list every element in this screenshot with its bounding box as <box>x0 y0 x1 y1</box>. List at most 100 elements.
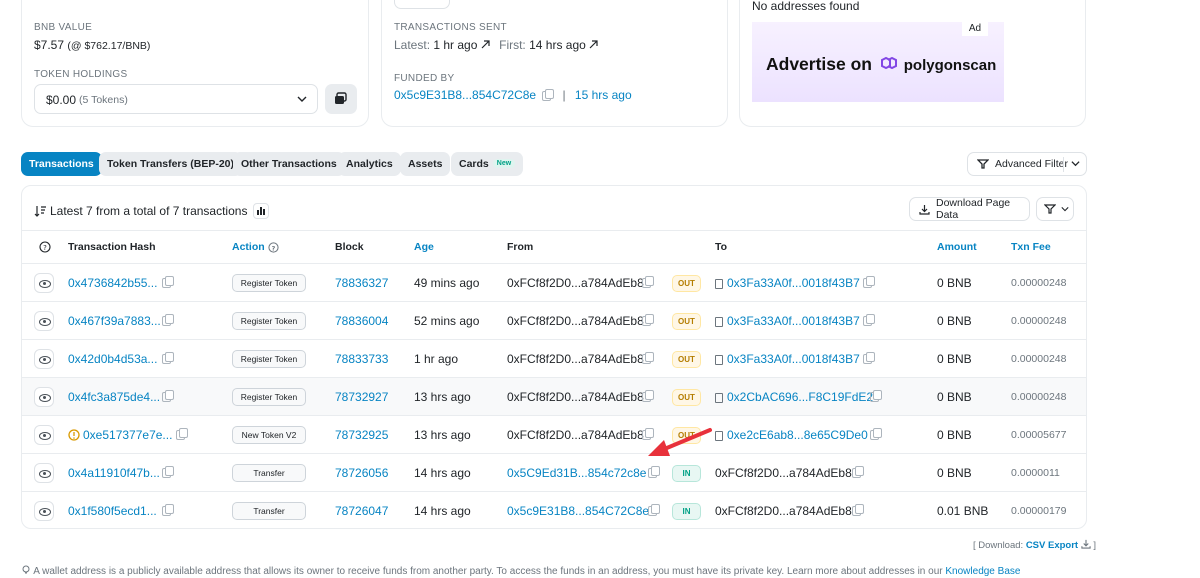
chart-icon[interactable] <box>253 203 270 219</box>
block-link[interactable]: 78732927 <box>335 378 388 416</box>
copy-icon[interactable] <box>162 276 174 288</box>
copy-icon[interactable] <box>542 88 555 101</box>
header-age[interactable]: Age <box>414 241 434 253</box>
from-address[interactable]: 0xFCf8f2D0...a784AdEb8 <box>507 416 644 454</box>
eye-icon[interactable] <box>34 425 54 445</box>
help-icon[interactable]: ? <box>39 241 51 256</box>
divider <box>1063 157 1064 172</box>
first-value[interactable]: 14 hrs ago <box>529 38 586 52</box>
no-addresses-text: No addresses found <box>752 0 860 13</box>
tab-assets[interactable]: Assets <box>400 152 451 176</box>
top-pill <box>394 0 450 9</box>
to-address[interactable]: 0xe2cE6ab8...8e65C9De0 <box>727 428 868 442</box>
copy-icon[interactable] <box>642 390 654 402</box>
copy-icon[interactable] <box>863 314 875 326</box>
block-link[interactable]: 78836004 <box>335 302 388 340</box>
filter-button[interactable] <box>1036 197 1074 221</box>
copy-icon[interactable] <box>852 504 864 516</box>
token-holdings-dropdown[interactable]: $0.00 (5 Tokens) <box>34 84 318 114</box>
block-link[interactable]: 78836327 <box>335 264 388 302</box>
eye-icon[interactable] <box>34 463 54 483</box>
from-address[interactable]: 0x5c9E31B8...854C72C8e <box>507 492 649 530</box>
from-address[interactable]: 0xFCf8f2D0...a784AdEb8 <box>507 264 644 302</box>
copy-icon[interactable] <box>162 504 174 516</box>
funded-by-address[interactable]: 0x5c9E31B8...854C72C8e <box>394 88 536 102</box>
warning-icon <box>68 429 80 444</box>
copy-icon[interactable] <box>162 314 174 326</box>
header-action[interactable]: Action ? <box>232 241 279 253</box>
address-note: A wallet address is a publicly available… <box>21 565 1200 578</box>
lightbulb-icon <box>21 565 31 578</box>
from-address[interactable]: 0x5C9Ed31B...854c72c8e <box>507 454 646 492</box>
direction-badge: OUT <box>672 313 701 330</box>
to-address[interactable]: 0x2CbAC696...F8C19FdE2 <box>727 390 873 404</box>
copy-icon[interactable] <box>162 390 174 402</box>
copy-icon[interactable] <box>863 352 875 364</box>
copy-icon[interactable] <box>870 390 882 402</box>
tab-token-transfers[interactable]: Token Transfers (BEP-20) <box>99 152 243 176</box>
tx-hash-link[interactable]: 0x42d0b4d53a... <box>68 340 157 378</box>
copy-icon[interactable] <box>642 352 654 364</box>
from-address[interactable]: 0xFCf8f2D0...a784AdEb8 <box>507 378 644 416</box>
header-amount[interactable]: Amount <box>937 241 977 253</box>
copy-icon[interactable] <box>648 466 660 478</box>
copy-icon[interactable] <box>176 428 188 440</box>
latest-value[interactable]: 1 hr ago <box>433 38 477 52</box>
to-address[interactable]: 0xFCf8f2D0...a784AdEb8 <box>715 492 852 530</box>
eye-icon[interactable] <box>34 501 54 521</box>
block-link[interactable]: 78726047 <box>335 492 388 530</box>
to-address[interactable]: 0xFCf8f2D0...a784AdEb8 <box>715 454 852 492</box>
wallet-button[interactable] <box>325 84 357 114</box>
to-address-wrap: 0x3Fa33A0f...0018f43B7 <box>715 340 860 378</box>
block-link[interactable]: 78732925 <box>335 416 388 454</box>
amount-text: 0 BNB <box>937 428 972 442</box>
to-address[interactable]: 0x3Fa33A0f...0018f43B7 <box>727 352 860 366</box>
csv-export-link[interactable]: CSV Export <box>1026 540 1078 551</box>
tx-hash-link[interactable]: 0x4736842b55... <box>68 264 157 302</box>
download-page-data-button[interactable]: Download Page Data <box>909 197 1030 221</box>
funded-by-time[interactable]: 15 hrs ago <box>575 88 632 102</box>
funded-by: 0x5c9E31B8...854C72C8e | 15 hrs ago <box>394 88 632 102</box>
bnb-value-amount: $7.57 <box>34 38 65 52</box>
tab-other-transactions[interactable]: Other Transactions <box>233 152 345 176</box>
arrow-up-right-icon <box>481 38 490 52</box>
tab-transactions[interactable]: Transactions <box>21 152 102 176</box>
tx-hash-link[interactable]: 0x467f39a7883... <box>68 302 161 340</box>
tx-hash-link[interactable]: 0x4a11910f47b... <box>68 454 160 492</box>
copy-icon[interactable] <box>863 276 875 288</box>
tx-hash-link[interactable]: 0x1f580f5ecd1... <box>68 492 157 530</box>
ad-banner[interactable]: Ad Advertise on polygonscan <box>752 22 1004 102</box>
eye-icon[interactable] <box>34 311 54 331</box>
direction-badge: OUT <box>672 389 701 406</box>
copy-icon[interactable] <box>648 504 660 516</box>
tx-hash-link[interactable]: 0x4fc3a875de4... <box>68 378 160 416</box>
eye-icon[interactable] <box>34 387 54 407</box>
eye-icon[interactable] <box>34 349 54 369</box>
from-address[interactable]: 0xFCf8f2D0...a784AdEb8 <box>507 340 644 378</box>
direction-badge: IN <box>672 503 701 520</box>
copy-icon[interactable] <box>870 428 882 440</box>
copy-icon[interactable] <box>162 466 174 478</box>
from-address[interactable]: 0xFCf8f2D0...a784AdEb8 <box>507 302 644 340</box>
copy-icon[interactable] <box>162 352 174 364</box>
copy-icon[interactable] <box>642 276 654 288</box>
tab-cards[interactable]: Cards New <box>451 152 524 176</box>
to-address[interactable]: 0x3Fa33A0f...0018f43B7 <box>727 314 860 328</box>
chevron-down-icon[interactable] <box>1071 159 1080 171</box>
to-address[interactable]: 0x3Fa33A0f...0018f43B7 <box>727 276 860 290</box>
eye-icon[interactable] <box>34 273 54 293</box>
copy-icon[interactable] <box>852 466 864 478</box>
age-text: 49 mins ago <box>414 276 480 290</box>
block-link[interactable]: 78833733 <box>335 340 388 378</box>
age-text: 14 hrs ago <box>414 466 471 480</box>
advanced-filter-button[interactable]: Advanced Filter <box>967 152 1087 176</box>
method-badge: Register Token <box>232 388 306 406</box>
annotation-arrow-icon <box>648 428 712 456</box>
knowledge-base-link[interactable]: Knowledge Base <box>945 566 1020 577</box>
tab-analytics[interactable]: Analytics <box>338 152 401 176</box>
copy-icon[interactable] <box>642 314 654 326</box>
txn-fee-text: 0.00005677 <box>1011 429 1067 441</box>
tx-hash-link[interactable]: 0xe517377e7e... <box>83 416 172 454</box>
header-txn-fee[interactable]: Txn Fee <box>1011 241 1051 253</box>
block-link[interactable]: 78726056 <box>335 454 388 492</box>
